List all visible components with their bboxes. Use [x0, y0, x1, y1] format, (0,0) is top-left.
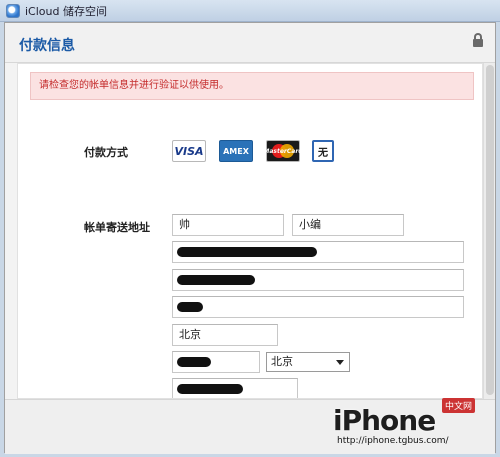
last-name-field[interactable]: 小编 — [292, 214, 404, 236]
content-scrollbar[interactable] — [483, 63, 495, 399]
street-address-2-field[interactable] — [172, 269, 464, 291]
redacted-mark — [177, 302, 203, 312]
form-content: 请检查您的帐单信息并进行验证以供使用。 付款方式 VISA AMEX Maste… — [17, 63, 483, 399]
card-none-label: 无 — [318, 147, 328, 159]
dialog-window: 付款信息 请检查您的帐单信息并进行验证以供使用。 付款方式 VISA AMEX … — [4, 22, 496, 454]
card-mastercard-button[interactable]: MasterCard — [263, 140, 303, 162]
dialog-header: 付款信息 — [5, 23, 495, 63]
card-visa-button[interactable]: VISA — [172, 140, 206, 162]
phone-field[interactable] — [172, 378, 298, 398]
billing-address-label: 帐单寄送地址 — [84, 221, 150, 234]
card-mastercard-label: MasterCard — [263, 147, 303, 155]
province-select[interactable]: 北京 — [266, 352, 350, 372]
redacted-mark — [177, 247, 317, 257]
dialog-footer: iPhone 中文网 http://iphone.tgbus.com/ — [5, 398, 495, 454]
watermark-tag: 中文网 — [441, 398, 475, 413]
province-value: 北京 — [271, 355, 293, 368]
page-title: 付款信息 — [19, 38, 75, 54]
watermark: iPhone 中文网 http://iphone.tgbus.com/ — [325, 398, 485, 450]
lock-icon — [473, 33, 483, 49]
chevron-down-icon — [336, 360, 344, 365]
card-none-button[interactable]: 无 — [312, 140, 334, 162]
window-titlebar: iCloud 储存空间 — [0, 0, 500, 22]
watermark-logo: iPhone — [333, 404, 436, 437]
verification-alert: 请检查您的帐单信息并进行验证以供使用。 — [30, 72, 474, 100]
window-title: iCloud 储存空间 — [25, 4, 107, 18]
city-field[interactable]: 北京 — [172, 324, 278, 346]
street-address-field[interactable] — [172, 241, 464, 263]
redacted-mark — [177, 357, 211, 367]
street-address-3-field[interactable] — [172, 296, 464, 318]
postal-code-field[interactable] — [172, 351, 260, 373]
first-name-field[interactable]: 帅 — [172, 214, 284, 236]
card-amex-button[interactable]: AMEX — [219, 140, 253, 162]
card-visa-label: VISA — [174, 144, 204, 158]
redacted-mark — [177, 275, 255, 285]
watermark-url: http://iphone.tgbus.com/ — [337, 436, 449, 446]
redacted-mark — [177, 384, 243, 394]
payment-method-label: 付款方式 — [84, 146, 128, 159]
icloud-icon — [6, 3, 20, 18]
scrollbar-thumb[interactable] — [486, 65, 494, 395]
card-amex-label: AMEX — [223, 146, 249, 156]
